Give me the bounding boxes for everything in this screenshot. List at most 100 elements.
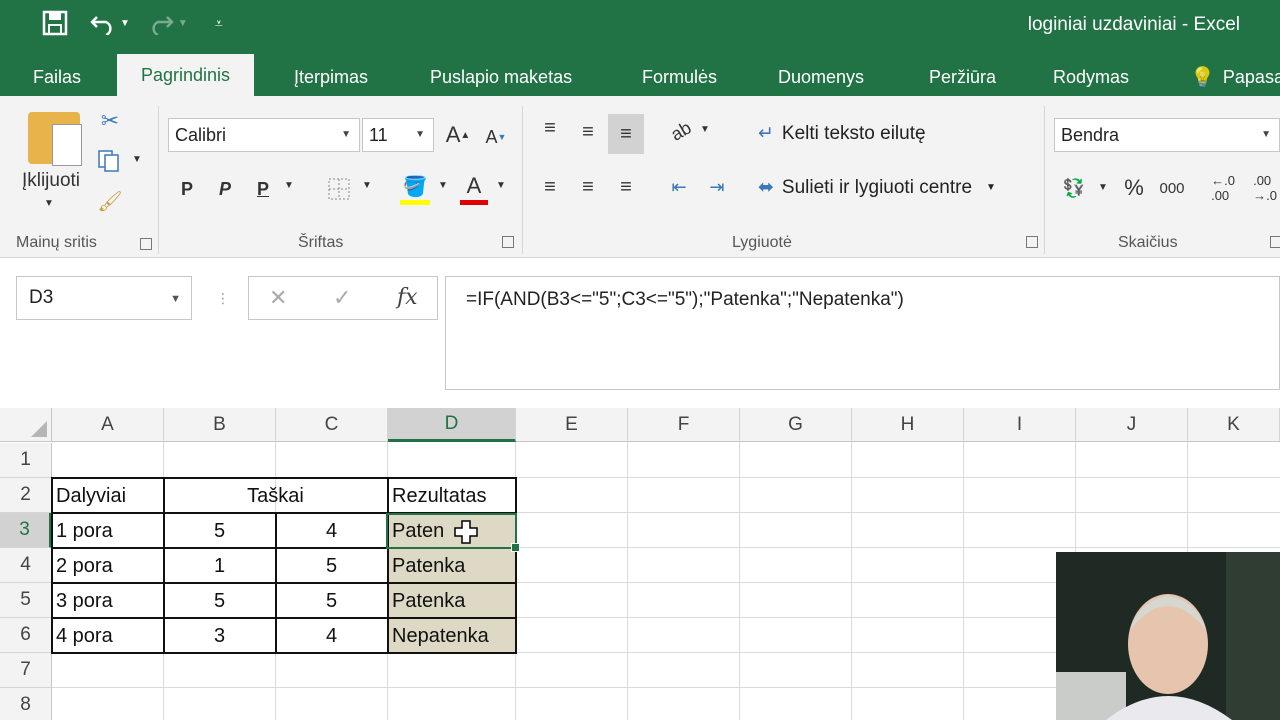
enter-icon[interactable]: ✓ [333, 285, 351, 311]
cell-d4[interactable]: Patenka [388, 549, 515, 584]
cell-b3[interactable]: 5 [164, 514, 275, 549]
cut-icon[interactable]: ✂ [94, 106, 126, 136]
wrap-text-button[interactable]: ↵ Kelti teksto eilutę [758, 122, 926, 145]
column-header-g[interactable]: G [740, 408, 852, 442]
save-icon[interactable] [38, 6, 72, 40]
resize-handle-icon[interactable]: ⋮ [216, 290, 230, 307]
italic-button[interactable]: P [212, 174, 238, 204]
decrease-indent-icon[interactable]: ⇤ [664, 174, 694, 200]
cell-a6[interactable]: 4 pora [52, 619, 163, 654]
align-left-icon[interactable]: ≡ [536, 174, 564, 200]
cell-b2-merged[interactable]: Taškai [164, 479, 387, 514]
grow-font-icon[interactable]: A ▲ [444, 120, 472, 150]
copy-icon[interactable] [94, 146, 126, 176]
font-name-combo[interactable]: Calibri ▼ [168, 118, 360, 152]
row-header-7[interactable]: 7 [0, 653, 52, 688]
alignment-launcher-icon[interactable] [1026, 236, 1038, 248]
row-header-2[interactable]: 2 [0, 478, 52, 513]
align-middle-icon[interactable]: ≡ [574, 120, 602, 144]
font-color-icon[interactable]: A [460, 172, 488, 200]
copy-dropdown-icon[interactable]: ▼ [132, 154, 142, 165]
column-header-j[interactable]: J [1076, 408, 1188, 442]
cell-b6[interactable]: 3 [164, 619, 275, 654]
undo-dropdown-icon[interactable]: ▼ [120, 18, 130, 29]
row-header-8[interactable]: 8 [0, 688, 52, 720]
tab-page-layout[interactable]: Puslapio maketas [430, 58, 572, 96]
row-header-5[interactable]: 5 [0, 583, 52, 618]
align-right-icon[interactable]: ≡ [612, 174, 640, 200]
number-format-combo[interactable]: Bendra ▼ [1054, 118, 1280, 152]
bold-button[interactable]: P [174, 174, 200, 204]
font-color-dropdown-icon[interactable]: ▼ [496, 180, 506, 191]
decrease-decimal-icon[interactable]: .00 →.0 [1250, 173, 1280, 203]
format-painter-icon[interactable]: 🖌 [94, 186, 126, 216]
column-header-h[interactable]: H [852, 408, 964, 442]
underline-dropdown-icon[interactable]: ▼ [284, 180, 294, 191]
fill-color-icon[interactable]: 🪣 [400, 172, 430, 200]
cell-d5[interactable]: Patenka [388, 584, 515, 619]
borders-dropdown-icon[interactable]: ▼ [362, 180, 372, 191]
tab-tell-me[interactable]: 💡 Papasa [1190, 58, 1280, 96]
column-header-d[interactable]: D [388, 408, 516, 442]
name-box[interactable]: D3 ▼ [16, 276, 192, 320]
merge-center-button[interactable]: ⬌ Sulieti ir lygiuoti centre ▼ [758, 176, 996, 199]
fill-color-dropdown-icon[interactable]: ▼ [438, 180, 448, 191]
paste-button[interactable]: Įklijuoti [16, 168, 86, 194]
tab-file[interactable]: Failas [33, 58, 81, 96]
align-top-icon[interactable]: ≡ [536, 116, 564, 140]
paste-dropdown-icon[interactable]: ▼ [44, 198, 54, 209]
redo-dropdown-icon[interactable]: ▼ [178, 18, 188, 29]
align-center-icon[interactable]: ≡ [574, 174, 602, 200]
tab-insert[interactable]: Įterpimas [294, 58, 368, 96]
comma-style-button[interactable]: 000 [1156, 174, 1188, 202]
column-header-a[interactable]: A [52, 408, 164, 442]
cell-c3[interactable]: 4 [276, 514, 387, 549]
insert-function-icon[interactable]: fx [397, 285, 418, 310]
tab-home[interactable]: Pagrindinis [117, 54, 255, 96]
number-launcher-icon[interactable] [1270, 236, 1280, 248]
row-header-3[interactable]: 3 [0, 513, 52, 548]
cell-a4[interactable]: 2 pora [52, 549, 163, 584]
cell-d2[interactable]: Rezultatas [388, 479, 515, 514]
orientation-dropdown-icon[interactable]: ▼ [700, 124, 710, 135]
customize-icon[interactable]: ⩡ [202, 6, 236, 40]
column-header-b[interactable]: B [164, 408, 276, 442]
cell-b5[interactable]: 5 [164, 584, 275, 619]
paste-icon[interactable] [28, 112, 82, 166]
shrink-font-icon[interactable]: A ▼ [482, 122, 510, 152]
increase-decimal-icon[interactable]: ←.0.00 [1208, 173, 1238, 203]
select-all-button[interactable] [0, 408, 52, 442]
column-header-c[interactable]: C [276, 408, 388, 442]
accounting-dropdown-icon[interactable]: ▼ [1098, 182, 1108, 193]
cancel-icon[interactable]: ✕ [269, 285, 287, 311]
cell-a3[interactable]: 1 pora [52, 514, 163, 549]
clipboard-launcher-icon[interactable] [140, 238, 152, 250]
font-launcher-icon[interactable] [502, 236, 514, 248]
row-header-1[interactable]: 1 [0, 443, 52, 478]
cell-d6[interactable]: Nepatenka [388, 619, 515, 654]
active-cell-selection[interactable] [386, 513, 520, 552]
tab-review[interactable]: Peržiūra [929, 58, 996, 96]
increase-indent-icon[interactable]: ⇥ [702, 174, 732, 200]
column-header-k[interactable]: K [1188, 408, 1280, 442]
align-bottom-icon[interactable]: ≡ [608, 114, 644, 154]
accounting-format-icon[interactable]: 💱 [1058, 174, 1090, 202]
tab-formulas[interactable]: Formulės [642, 58, 717, 96]
cell-c6[interactable]: 4 [276, 619, 387, 654]
percent-button[interactable]: % [1120, 174, 1148, 202]
undo-icon[interactable] [86, 6, 120, 40]
row-header-4[interactable]: 4 [0, 548, 52, 583]
row-header-6[interactable]: 6 [0, 618, 52, 653]
column-header-f[interactable]: F [628, 408, 740, 442]
cell-b4[interactable]: 1 [164, 549, 275, 584]
redo-icon[interactable] [144, 6, 178, 40]
tab-view[interactable]: Rodymas [1053, 58, 1129, 96]
underline-button[interactable]: P [250, 174, 276, 204]
orientation-icon[interactable]: ab [662, 112, 701, 150]
cell-c4[interactable]: 5 [276, 549, 387, 584]
column-header-e[interactable]: E [516, 408, 628, 442]
borders-icon[interactable] [324, 174, 354, 204]
cell-a2[interactable]: Dalyviai [52, 479, 163, 514]
column-header-i[interactable]: I [964, 408, 1076, 442]
font-size-combo[interactable]: 11 ▼ [362, 118, 434, 152]
